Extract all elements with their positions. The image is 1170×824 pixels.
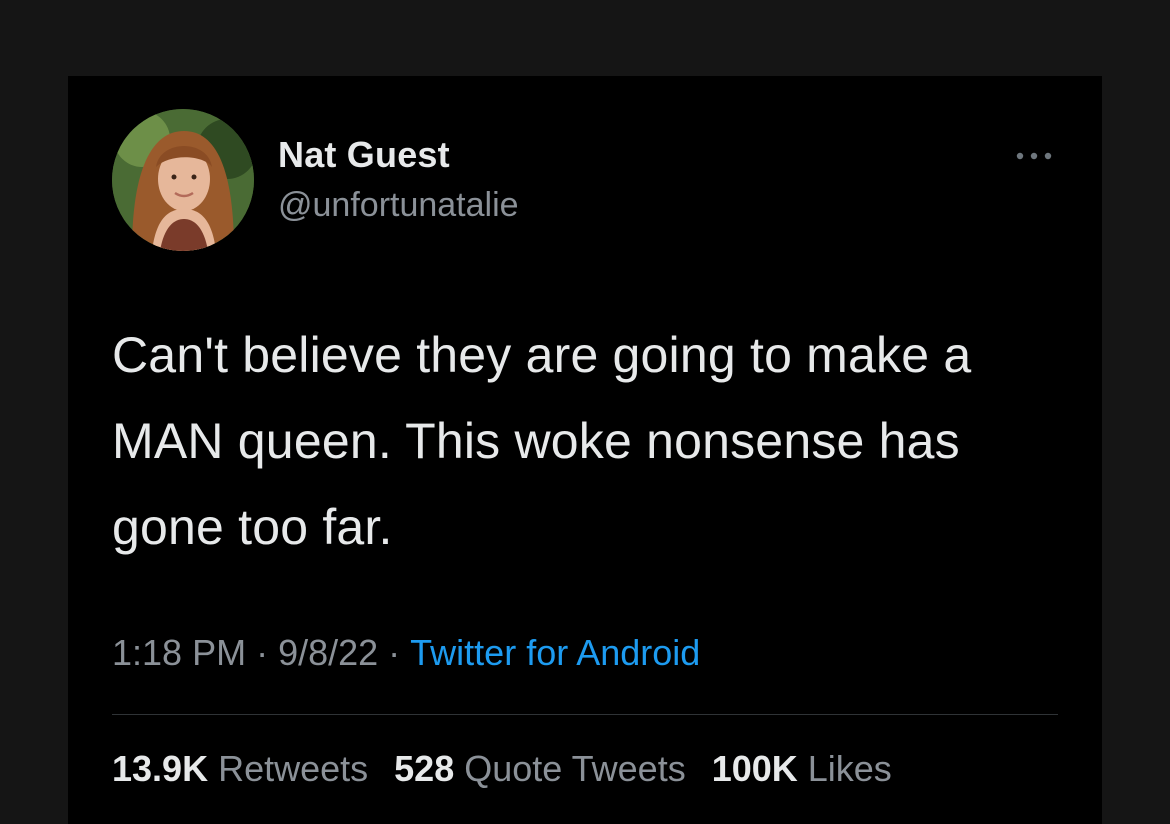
avatar-image <box>112 109 254 251</box>
meta-separator: · <box>256 632 269 673</box>
quote-tweets-stat[interactable]: 528 Quote Tweets <box>394 748 686 790</box>
likes-count: 100K <box>711 748 798 789</box>
screenshot-frame: Nat Guest @unfortunatalie Can't believe … <box>0 0 1170 824</box>
tweet-meta: 1:18 PM · 9/8/22 · Twitter for Android <box>112 632 700 674</box>
tweet-card[interactable]: Nat Guest @unfortunatalie Can't believe … <box>68 76 1102 824</box>
tweet-source-link[interactable]: Twitter for Android <box>410 632 700 673</box>
likes-stat[interactable]: 100K Likes <box>712 748 892 790</box>
divider <box>112 714 1058 715</box>
quote-tweets-label: Quote Tweets <box>464 748 686 789</box>
ellipsis-icon <box>1016 152 1052 160</box>
avatar[interactable] <box>112 109 254 251</box>
tweet-date[interactable]: 9/8/22 <box>278 632 378 673</box>
meta-separator: · <box>388 632 401 673</box>
retweets-label: Retweets <box>218 748 369 789</box>
likes-label: Likes <box>807 748 892 789</box>
quote-tweets-count: 528 <box>394 748 455 789</box>
user-handle[interactable]: @unfortunatalie <box>278 186 519 225</box>
tweet-stats: 13.9K Retweets 528 Quote Tweets 100K Likes <box>112 748 918 790</box>
retweets-count: 13.9K <box>112 748 209 789</box>
tweet-time[interactable]: 1:18 PM <box>112 632 246 673</box>
tweet-text: Can't believe they are going to make a M… <box>112 327 972 555</box>
display-name[interactable]: Nat Guest <box>278 134 450 176</box>
retweets-stat[interactable]: 13.9K Retweets <box>112 748 368 790</box>
more-options-button[interactable] <box>1010 142 1058 170</box>
